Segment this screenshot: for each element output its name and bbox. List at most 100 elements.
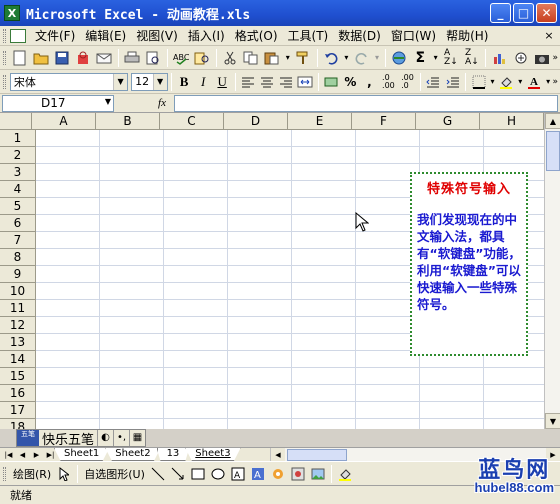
comma-button[interactable]: ,: [361, 72, 378, 92]
maximize-button[interactable]: □: [513, 3, 534, 23]
cut-icon[interactable]: [221, 48, 240, 68]
autosum-dropdown-icon[interactable]: ▾: [432, 48, 440, 68]
borders-icon[interactable]: [470, 72, 487, 92]
new-icon[interactable]: [11, 48, 30, 68]
last-sheet-icon[interactable]: ▶|: [44, 451, 57, 459]
menu-view[interactable]: 视图(V): [131, 27, 183, 44]
email-icon[interactable]: [95, 48, 114, 68]
italic-button[interactable]: I: [195, 72, 212, 92]
toolbar-grip[interactable]: [3, 74, 6, 89]
oval-icon[interactable]: [210, 466, 226, 482]
scroll-left-icon[interactable]: ◀: [271, 447, 285, 462]
scroll-down-icon[interactable]: ▼: [545, 413, 560, 429]
minimize-button[interactable]: _: [490, 3, 511, 23]
spelling-icon[interactable]: ABC: [172, 48, 191, 68]
font-name-select[interactable]: 宋体 ▼: [9, 72, 129, 91]
first-sheet-icon[interactable]: |◀: [2, 451, 15, 459]
increase-decimal-icon[interactable]: .0.00: [380, 72, 397, 92]
menu-window[interactable]: 窗口(W): [386, 27, 441, 44]
toolbar-options-icon[interactable]: »: [553, 77, 559, 87]
font-size-select[interactable]: 12 ▼: [131, 72, 168, 91]
decrease-decimal-icon[interactable]: .00.0: [399, 72, 416, 92]
redo-icon[interactable]: [352, 48, 371, 68]
toolbar-options-icon[interactable]: »: [552, 53, 558, 63]
copy-icon[interactable]: [242, 48, 261, 68]
sheet-tab-active[interactable]: Sheet3: [185, 448, 241, 461]
merge-center-icon[interactable]: [297, 72, 314, 92]
fill-color-icon[interactable]: [337, 466, 353, 482]
align-left-icon[interactable]: [240, 72, 257, 92]
row-header[interactable]: 1: [0, 130, 36, 147]
ime-name[interactable]: 快乐五笔: [39, 429, 97, 448]
sheet-tab[interactable]: 13: [156, 448, 190, 461]
font-color-dropdown-icon[interactable]: ▾: [545, 72, 552, 92]
camera-icon[interactable]: [532, 48, 551, 68]
print-icon[interactable]: [123, 48, 142, 68]
fill-color-dropdown-icon[interactable]: ▾: [517, 72, 524, 92]
bold-button[interactable]: B: [176, 72, 193, 92]
autosum-icon[interactable]: Σ: [411, 48, 430, 68]
arrow-icon[interactable]: [170, 466, 186, 482]
textbox-icon[interactable]: A: [230, 466, 246, 482]
row-header[interactable]: 4: [0, 181, 36, 198]
chevron-down-icon[interactable]: ▼: [113, 73, 128, 90]
menu-data[interactable]: 数据(D): [333, 27, 386, 44]
excel-app-icon[interactable]: X: [4, 5, 20, 21]
line-icon[interactable]: [150, 466, 166, 482]
draw-menu-button[interactable]: 绘图(R): [10, 466, 54, 482]
row-header[interactable]: 8: [0, 249, 36, 266]
save-icon[interactable]: [53, 48, 72, 68]
row-header[interactable]: 7: [0, 232, 36, 249]
row-header[interactable]: 2: [0, 147, 36, 164]
clipart-icon[interactable]: [290, 466, 306, 482]
chart-wizard-icon[interactable]: [490, 48, 509, 68]
row-header[interactable]: 12: [0, 317, 36, 334]
menu-file[interactable]: 文件(F): [30, 27, 80, 44]
row-header[interactable]: 11: [0, 300, 36, 317]
half-width-moon-icon[interactable]: ◐: [97, 430, 113, 446]
align-right-icon[interactable]: [278, 72, 295, 92]
font-color-icon[interactable]: A: [526, 72, 543, 92]
insert-function-button[interactable]: fx: [150, 97, 174, 109]
print-preview-icon[interactable]: [144, 48, 163, 68]
row-header[interactable]: 6: [0, 215, 36, 232]
undo-dropdown-icon[interactable]: ▾: [343, 48, 351, 68]
callout-textbox[interactable]: 特殊符号输入 我们发现现在的中文输入法，都具有“软键盘”功能，利用“软键盘”可以…: [410, 172, 528, 356]
workbook-close-icon[interactable]: ×: [542, 29, 556, 43]
diagram-icon[interactable]: [270, 466, 286, 482]
picture-icon[interactable]: [310, 466, 326, 482]
decrease-indent-icon[interactable]: [425, 72, 442, 92]
row-header[interactable]: 18: [0, 419, 36, 429]
menu-tools[interactable]: 工具(T): [283, 27, 334, 44]
row-header[interactable]: 17: [0, 402, 36, 419]
sheet-tab[interactable]: Sheet1: [54, 448, 110, 461]
sort-ascending-icon[interactable]: A Z↓: [441, 48, 460, 68]
format-painter-icon[interactable]: [294, 48, 313, 68]
row-header[interactable]: 5: [0, 198, 36, 215]
toolbar-grip[interactable]: [3, 466, 6, 481]
sort-descending-icon[interactable]: Z A↓: [462, 48, 481, 68]
punctuation-icon[interactable]: •,: [113, 430, 129, 446]
select-all-corner[interactable]: [0, 113, 32, 130]
menu-format[interactable]: 格式(O): [230, 27, 283, 44]
column-header[interactable]: F: [352, 113, 416, 130]
ime-logo-icon[interactable]: 五笔: [17, 430, 39, 446]
column-header[interactable]: G: [416, 113, 480, 130]
open-icon[interactable]: [32, 48, 51, 68]
column-header[interactable]: B: [96, 113, 160, 130]
soft-keyboard-icon[interactable]: ▦: [129, 430, 145, 446]
rectangle-icon[interactable]: [190, 466, 206, 482]
select-objects-icon[interactable]: [56, 466, 72, 482]
chevron-down-icon[interactable]: ▼: [105, 97, 111, 106]
scroll-up-icon[interactable]: ▲: [545, 113, 560, 129]
autoshapes-button[interactable]: 自选图形(U): [81, 466, 148, 482]
menu-insert[interactable]: 插入(I): [183, 27, 230, 44]
redo-dropdown-icon[interactable]: ▾: [373, 48, 381, 68]
column-header[interactable]: A: [32, 113, 96, 130]
column-header[interactable]: H: [480, 113, 544, 130]
research-icon[interactable]: [193, 48, 212, 68]
hyperlink-icon[interactable]: [390, 48, 409, 68]
wordart-icon[interactable]: A: [250, 466, 266, 482]
paste-dropdown-icon[interactable]: ▾: [284, 48, 292, 68]
column-header[interactable]: C: [160, 113, 224, 130]
